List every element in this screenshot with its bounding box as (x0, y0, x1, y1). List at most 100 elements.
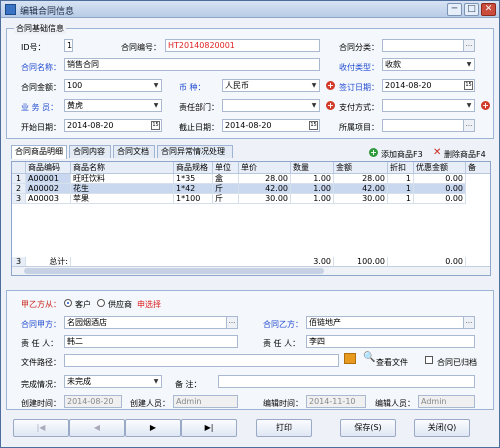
party-b-field[interactable]: 佰链地产 ... (306, 316, 475, 329)
status-select[interactable]: 未完成 ▼ (64, 375, 162, 388)
add-pay-method-icon[interactable]: + (481, 101, 490, 110)
cell-amount[interactable]: 42.00 (334, 184, 388, 194)
col-header-note[interactable]: 备 (466, 162, 490, 174)
cell-discount[interactable]: 1 (388, 194, 414, 204)
col-header-unit[interactable]: 单位 (213, 162, 239, 174)
id-field[interactable]: 1 (64, 39, 73, 52)
dept-label: 责任部门： (179, 103, 219, 112)
party-a-field[interactable]: 名园烟酒店 ... (64, 316, 238, 329)
party-a-browse-button[interactable]: ... (226, 317, 237, 328)
delete-goods-button[interactable]: 删除商品F4 (444, 149, 486, 160)
add-dept-icon[interactable]: + (326, 101, 335, 110)
cell-spec[interactable]: 1*35 (174, 174, 213, 184)
cell-unit[interactable]: 斤 (213, 184, 239, 194)
minimize-button[interactable]: ─ (447, 3, 462, 16)
tab-goods-detail[interactable]: 合同商品明细 (11, 145, 67, 159)
cell-off[interactable]: 0.00 (414, 174, 466, 184)
cell-name[interactable]: 苹果 (71, 194, 174, 204)
sign-date-value: 2014-08-20 (385, 81, 432, 90)
end-date-field[interactable]: 2014-08-20 15 (222, 119, 320, 132)
note-field[interactable] (218, 375, 475, 388)
col-header-qty[interactable]: 数量 (291, 162, 334, 174)
close-window-button[interactable]: ✕ (481, 3, 496, 16)
contract-code-field[interactable]: HT20140820001 (165, 39, 320, 52)
tab-content[interactable]: 合同内容 (69, 145, 111, 158)
cell-unit[interactable]: 盒 (213, 174, 239, 184)
cell-qty[interactable]: 1.00 (291, 174, 334, 184)
customer-radio[interactable] (64, 299, 72, 307)
col-header-discount[interactable]: 折扣 (388, 162, 414, 174)
cell-amount[interactable]: 30.00 (334, 194, 388, 204)
cell-price[interactable]: 30.00 (239, 194, 291, 204)
category-browse-button[interactable]: ... (463, 40, 474, 51)
cell-unit[interactable]: 斤 (213, 194, 239, 204)
calendar-icon[interactable]: 15 (464, 81, 473, 90)
close-button[interactable]: 关闭(Q) (414, 419, 470, 437)
calendar-icon[interactable]: 15 (151, 121, 160, 130)
sign-date-field[interactable]: 2014-08-20 15 (382, 79, 475, 92)
prev-record-button[interactable]: ◀ (69, 419, 125, 437)
col-header-price[interactable]: 单价 (239, 162, 291, 174)
col-header-off[interactable]: 优惠金额 (414, 162, 466, 174)
folder-icon[interactable] (344, 353, 356, 364)
amount-select[interactable]: 100 ▼ (64, 79, 162, 92)
col-header-code[interactable]: 商品编码 (26, 162, 71, 174)
save-button[interactable]: 保存(S) (340, 419, 396, 437)
cell-code[interactable]: A00003 (26, 194, 71, 204)
view-file-button[interactable]: 查看文件 (376, 357, 408, 368)
cell-qty[interactable]: 1.00 (291, 184, 334, 194)
cell-spec[interactable]: 1*100 (174, 194, 213, 204)
print-button[interactable]: 打印 (256, 419, 312, 437)
cell-spec[interactable]: 1*42 (174, 184, 213, 194)
cell-price[interactable]: 42.00 (239, 184, 291, 194)
note-label: 备 注： (175, 380, 202, 389)
add-currency-icon[interactable]: + (326, 81, 335, 90)
pay-type-select[interactable]: 收款 ▼ (382, 58, 475, 71)
cell-name[interactable]: 花生 (71, 184, 174, 194)
dept-select[interactable]: ▼ (222, 99, 320, 112)
cell-discount[interactable]: 1 (388, 174, 414, 184)
cell-code[interactable]: A00002 (26, 184, 71, 194)
staff-select[interactable]: 黄虎 ▼ (64, 99, 162, 112)
cell-off[interactable]: 0.00 (414, 184, 466, 194)
grid-horizontal-scrollbar[interactable] (12, 266, 490, 275)
next-record-button[interactable]: ▶ (125, 419, 181, 437)
contract-name-field[interactable]: 销售合同 (64, 58, 320, 71)
cell-name[interactable]: 旺旺饮料 (71, 174, 174, 184)
cell-code[interactable]: A00001 (26, 174, 71, 184)
file-path-field[interactable] (64, 354, 339, 367)
add-goods-button[interactable]: 添加商品F3 (381, 149, 423, 160)
start-date-field[interactable]: 2014-08-20 15 (64, 119, 162, 132)
cell-amount[interactable]: 28.00 (334, 174, 388, 184)
staff-value: 黄虎 (67, 101, 83, 110)
pay-type-label: 收付类型： (339, 63, 379, 72)
cell-off[interactable]: 0.00 (414, 194, 466, 204)
col-header-spec[interactable]: 商品规格 (174, 162, 213, 174)
pay-method-select[interactable]: ▼ (382, 99, 475, 112)
maximize-button[interactable]: □ (464, 3, 479, 16)
tab-exceptions[interactable]: 合同异常情况处理 (157, 145, 233, 158)
archived-checkbox[interactable] (425, 356, 433, 364)
col-header-amount[interactable]: 金额 (334, 162, 388, 174)
calendar-icon[interactable]: 15 (309, 121, 318, 130)
chevron-down-icon: ▼ (466, 102, 472, 109)
cell-discount[interactable]: 1 (388, 184, 414, 194)
supplier-radio-label[interactable]: 供应商 (108, 299, 132, 310)
cell-qty[interactable]: 1.00 (291, 194, 334, 204)
project-browse-button[interactable]: ... (463, 120, 474, 131)
col-header-name[interactable]: 商品名称 (71, 162, 174, 174)
supplier-radio[interactable] (97, 299, 105, 307)
scrollbar-thumb[interactable] (24, 268, 324, 274)
project-field[interactable]: ... (382, 119, 475, 132)
category-field[interactable]: ... (382, 39, 475, 52)
customer-radio-label[interactable]: 客户 (75, 299, 91, 310)
first-record-button[interactable]: |◀ (13, 419, 69, 437)
currency-select[interactable]: 人民币 ▼ (222, 79, 320, 92)
party-b-browse-button[interactable]: ... (463, 317, 474, 328)
last-record-button[interactable]: ▶| (181, 419, 237, 437)
resp-b-field[interactable]: 李四 (306, 335, 475, 348)
cell-price[interactable]: 28.00 (239, 174, 291, 184)
resp-a-field[interactable]: 韩二 (64, 335, 238, 348)
tab-documents[interactable]: 合同文档 (113, 145, 155, 158)
goods-grid[interactable]: 商品编码 商品名称 商品规格 单位 单价 数量 金额 折扣 优惠金额 备 1 A… (11, 161, 491, 276)
